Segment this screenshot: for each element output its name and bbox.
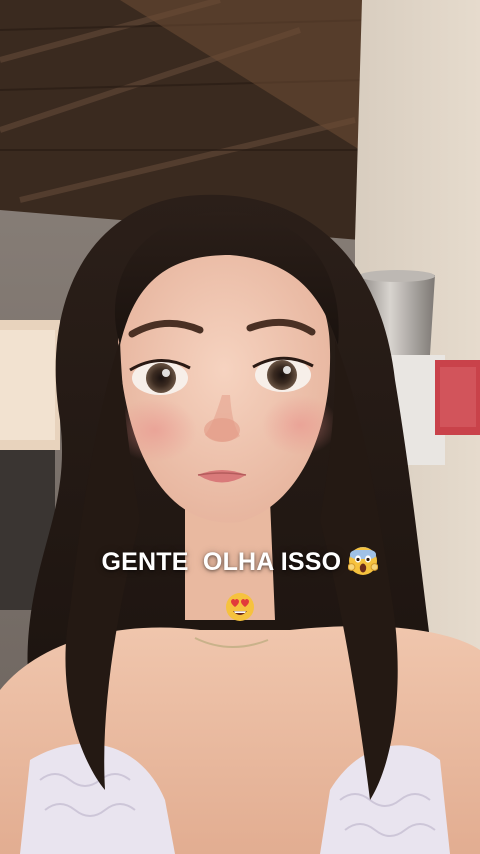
- story-viewer[interactable]: GENTE OLHA ISSO: [0, 0, 480, 854]
- heart-eyes-emoji-icon: [225, 592, 255, 634]
- caption-text: GENTE OLHA ISSO: [101, 548, 342, 576]
- scream-emoji-icon: [348, 546, 379, 588]
- caption-line-2: [0, 588, 480, 634]
- story-caption: GENTE OLHA ISSO: [0, 542, 480, 634]
- caption-line-1: GENTE OLHA ISSO: [0, 542, 480, 588]
- selfie-photo: [0, 0, 480, 854]
